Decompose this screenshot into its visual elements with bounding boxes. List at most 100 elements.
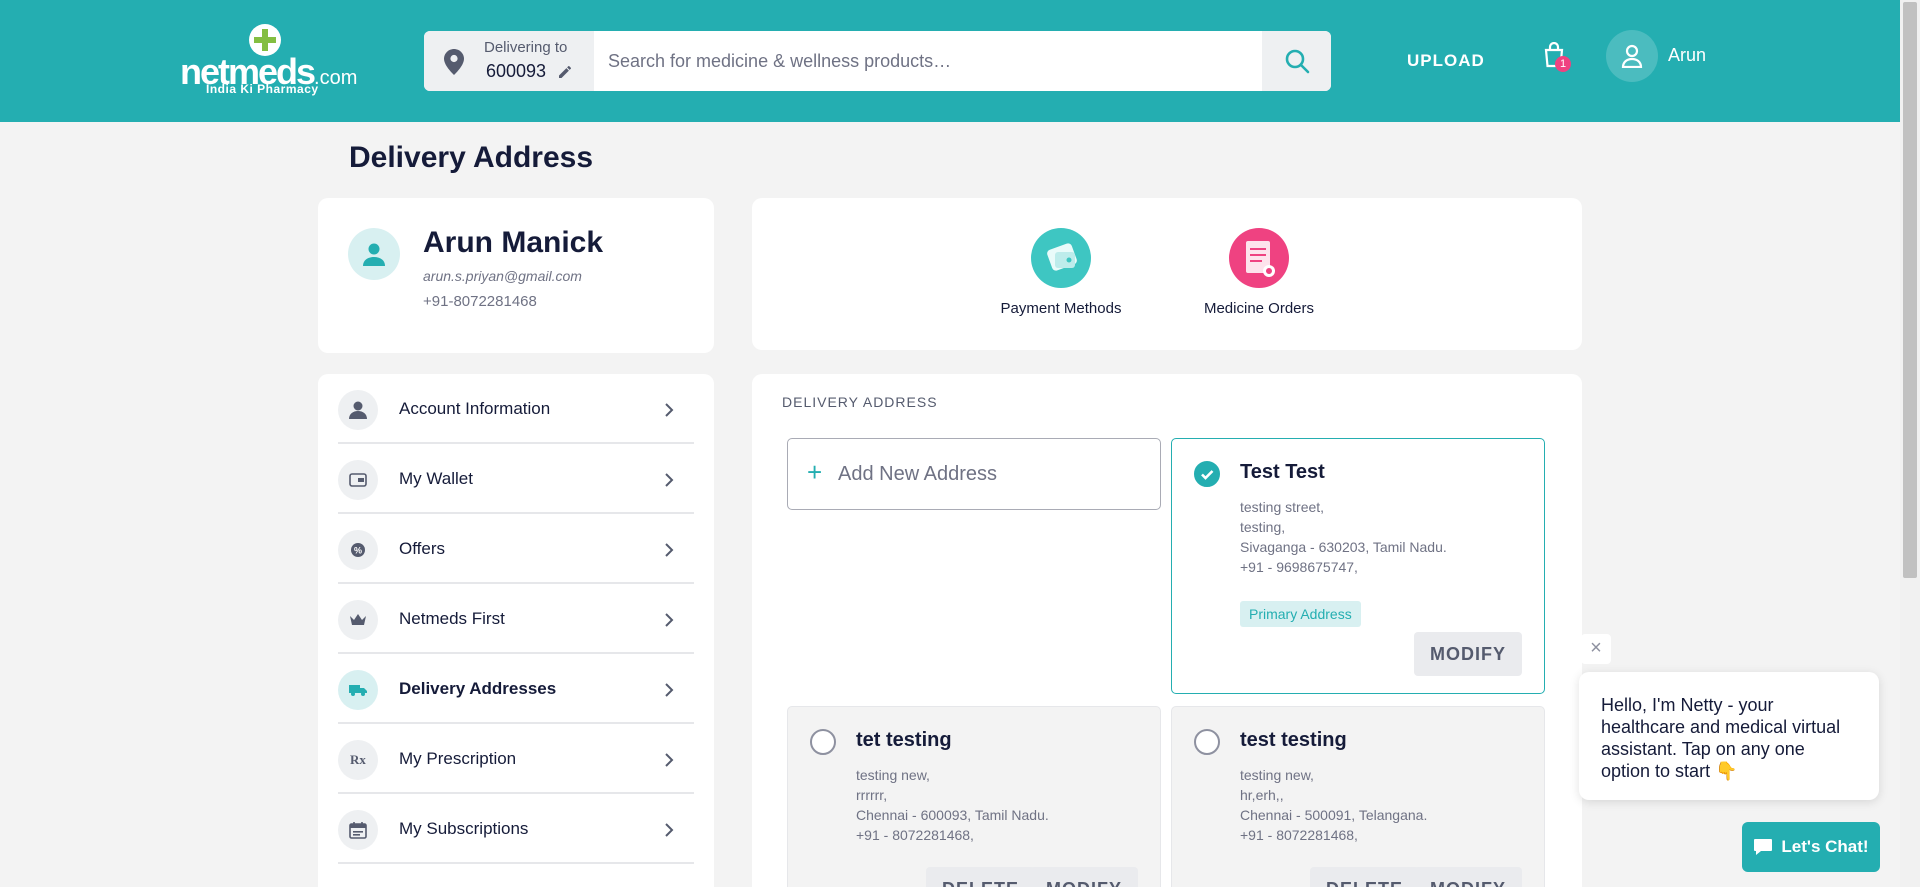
cart-count-badge: 1 <box>1555 56 1571 72</box>
sidebar-item-netmeds-first[interactable]: Netmeds First <box>338 584 694 654</box>
address-line: rrrrrr, <box>856 787 888 803</box>
chevron-right-icon <box>665 473 674 487</box>
search-input[interactable] <box>594 31 1262 91</box>
sidebar-item-label: Netmeds First <box>399 609 505 628</box>
search-icon <box>1285 49 1309 74</box>
address-phone: +91 - 8072281468, <box>856 827 974 843</box>
sidebar-item-label: My Subscriptions <box>399 819 529 838</box>
delete-button[interactable]: DELETE <box>926 867 1036 887</box>
sidebar-item-label: My Wallet <box>399 469 473 488</box>
modify-button[interactable]: MODIFY <box>1414 632 1522 676</box>
chat-icon <box>1754 839 1773 855</box>
address-card[interactable]: tet testing testing new, rrrrrr, Chennai… <box>787 706 1161 887</box>
modify-button[interactable]: MODIFY <box>1030 867 1138 887</box>
address-line: Chennai - 600093, Tamil Nadu. <box>856 807 1049 823</box>
page-scrollbar[interactable] <box>1900 0 1920 887</box>
lets-chat-button[interactable]: Let's Chat! <box>1742 822 1880 872</box>
profile-phone: +91-8072281468 <box>423 293 537 310</box>
medicine-orders-label: Medicine Orders <box>1203 300 1315 317</box>
check-icon <box>1201 470 1214 480</box>
address-name: Test Test <box>1240 461 1325 483</box>
netmeds-logo[interactable]: netmeds.com India Ki Pharmacy <box>176 22 366 102</box>
address-radio-selected[interactable] <box>1194 461 1220 487</box>
page-title: Delivery Address <box>349 141 594 174</box>
address-name: test testing <box>1240 729 1347 751</box>
profile-card: Arun Manick arun.s.priyan@gmail.com +91-… <box>318 198 714 353</box>
offer-icon: % <box>338 530 378 570</box>
search-button[interactable] <box>1262 31 1331 91</box>
wallet-icon <box>1031 228 1091 288</box>
medicine-orders-link[interactable]: Medicine Orders <box>1179 228 1339 317</box>
logo-suffix: .com <box>314 67 358 89</box>
sidebar-item-label: Delivery Addresses <box>399 679 557 698</box>
delivery-location[interactable]: Delivering to 600093 <box>424 31 594 91</box>
rx-icon: Rx <box>338 740 378 780</box>
address-card[interactable]: test testing testing new, hr,erh,, Chenn… <box>1171 706 1545 887</box>
sidebar-item-my-wallet[interactable]: My Wallet <box>338 444 694 514</box>
chevron-right-icon <box>665 683 674 697</box>
upload-link[interactable]: UPLOAD <box>1407 51 1485 71</box>
logo-tagline: India Ki Pharmacy <box>206 82 319 96</box>
delete-button[interactable]: DELETE <box>1310 867 1420 887</box>
sidebar-item-label: Account Information <box>399 399 551 418</box>
user-avatar[interactable] <box>1606 30 1658 82</box>
wallet-icon <box>338 460 378 500</box>
sidebar-item-delivery-addresses[interactable]: Delivery Addresses <box>338 654 694 724</box>
sidebar-item-my-prescription[interactable]: Rx My Prescription <box>338 724 694 794</box>
top-header: netmeds.com India Ki Pharmacy Delivering… <box>0 0 1900 122</box>
payment-methods-link[interactable]: Payment Methods <box>981 228 1141 317</box>
pincode-value: 600093 <box>486 61 547 81</box>
chevron-right-icon <box>665 543 674 557</box>
address-radio[interactable] <box>1194 729 1220 755</box>
search-bar: Delivering to 600093 <box>424 31 1331 91</box>
sidebar-item-my-subscriptions[interactable]: My Subscriptions <box>338 794 694 864</box>
add-new-address-button[interactable]: + Add New Address <box>787 438 1161 510</box>
address-line: testing new, <box>856 767 930 783</box>
truck-icon <box>338 670 378 710</box>
chevron-right-icon <box>665 403 674 417</box>
user-icon <box>1621 44 1643 68</box>
address-name: tet testing <box>856 729 952 751</box>
person-icon <box>363 243 385 266</box>
primary-address-badge: Primary Address <box>1240 601 1361 627</box>
chevron-right-icon <box>665 753 674 767</box>
profile-email: arun.s.priyan@gmail.com <box>423 268 582 284</box>
chat-greeting-bubble[interactable]: Hello, I'm Netty - your healthcare and m… <box>1579 672 1879 800</box>
payment-methods-label: Payment Methods <box>1000 300 1122 317</box>
crown-icon <box>338 600 378 640</box>
profile-name: Arun Manick <box>423 226 604 259</box>
address-line: testing street, <box>1240 499 1325 515</box>
plus-icon: + <box>807 457 823 487</box>
chat-close-button[interactable]: × <box>1581 634 1611 664</box>
profile-avatar <box>348 228 400 280</box>
chevron-right-icon <box>665 613 674 627</box>
scrollbar-thumb[interactable] <box>1903 2 1917 578</box>
edit-pencil-icon[interactable] <box>558 65 572 79</box>
address-line: hr,erh,, <box>1240 787 1284 803</box>
cart-button[interactable]: 1 <box>1543 41 1571 74</box>
user-icon <box>338 390 378 430</box>
account-sidebar: Account Information My Wallet % Offers N… <box>318 374 714 887</box>
address-line: testing new, <box>1240 767 1314 783</box>
calendar-icon <box>338 810 378 850</box>
delivery-address-panel: DELIVERY ADDRESS + Add New Address Test … <box>752 374 1582 887</box>
user-name[interactable]: Arun <box>1668 45 1706 66</box>
orders-icon <box>1229 228 1289 288</box>
svg-text:%: % <box>354 546 362 556</box>
quick-links-card: Payment Methods Medicine Orders <box>752 198 1582 350</box>
sidebar-item-label: My Prescription <box>399 749 517 768</box>
address-line: Chennai - 500091, Telangana. <box>1240 807 1428 823</box>
sidebar-item-account-information[interactable]: Account Information <box>338 374 694 444</box>
sidebar-item-label: Offers <box>399 539 445 558</box>
address-card-primary[interactable]: Test Test testing street, testing, Sivag… <box>1171 438 1545 694</box>
sidebar-item-offers[interactable]: % Offers <box>338 514 694 584</box>
delivering-to-label: Delivering to <box>484 39 568 56</box>
address-phone: +91 - 8072281468, <box>1240 827 1358 843</box>
location-pin-icon <box>444 49 464 75</box>
address-line: testing, <box>1240 519 1286 535</box>
address-phone: +91 - 9698675747, <box>1240 559 1358 575</box>
address-radio[interactable] <box>810 729 836 755</box>
address-line: Sivaganga - 630203, Tamil Nadu. <box>1240 539 1447 555</box>
lets-chat-label: Let's Chat! <box>1781 837 1869 856</box>
modify-button[interactable]: MODIFY <box>1414 867 1522 887</box>
